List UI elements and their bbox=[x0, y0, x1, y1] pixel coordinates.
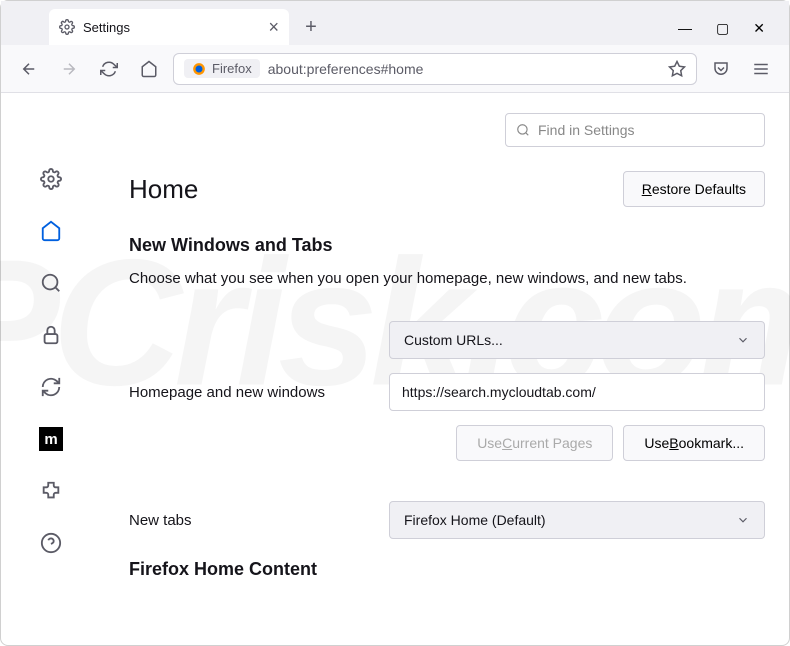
chevron-down-icon bbox=[736, 513, 750, 527]
sidebar-general-icon[interactable] bbox=[39, 167, 63, 191]
window-controls: — ▢ ✕ bbox=[678, 20, 781, 45]
tab-bar: Settings × + — ▢ ✕ bbox=[1, 1, 789, 45]
tab-title: Settings bbox=[83, 20, 130, 35]
gear-icon bbox=[59, 19, 75, 35]
section-description: Choose what you see when you open your h… bbox=[129, 270, 765, 287]
use-bookmark-button[interactable]: Use Bookmark... bbox=[623, 425, 765, 461]
toolbar: Firefox about:preferences#home bbox=[1, 45, 789, 93]
forward-button[interactable] bbox=[53, 53, 85, 85]
homepage-mode-select[interactable]: Custom URLs... bbox=[389, 321, 765, 359]
pocket-button[interactable] bbox=[705, 53, 737, 85]
sidebar-home-icon[interactable] bbox=[39, 219, 63, 243]
new-tab-button[interactable]: + bbox=[297, 13, 325, 41]
sidebar-sync-icon[interactable] bbox=[39, 375, 63, 399]
url-text: about:preferences#home bbox=[268, 61, 424, 77]
origin-badge: Firefox bbox=[184, 59, 260, 78]
sidebar-help-icon[interactable] bbox=[39, 531, 63, 555]
sidebar-privacy-icon[interactable] bbox=[39, 323, 63, 347]
close-tab-icon[interactable]: × bbox=[268, 17, 279, 38]
section-new-windows-title: New Windows and Tabs bbox=[129, 235, 765, 256]
browser-tab[interactable]: Settings × bbox=[49, 9, 289, 45]
home-button[interactable] bbox=[133, 53, 165, 85]
section-firefox-home-content-title: Firefox Home Content bbox=[129, 559, 765, 580]
homepage-url-input[interactable] bbox=[389, 373, 765, 411]
search-icon bbox=[516, 123, 530, 137]
restore-defaults-button[interactable]: Restore Defaults bbox=[623, 171, 765, 207]
chevron-down-icon bbox=[736, 333, 750, 347]
sidebar-extensions-icon[interactable] bbox=[39, 479, 63, 503]
bookmark-star-icon[interactable] bbox=[668, 60, 686, 78]
homepage-mode-value: Custom URLs... bbox=[404, 332, 503, 348]
homepage-label: Homepage and new windows bbox=[129, 384, 389, 401]
search-placeholder: Find in Settings bbox=[538, 122, 635, 138]
newtabs-value: Firefox Home (Default) bbox=[404, 512, 546, 528]
back-button[interactable] bbox=[13, 53, 45, 85]
newtabs-select[interactable]: Firefox Home (Default) bbox=[389, 501, 765, 539]
sidebar-mozilla-icon[interactable]: m bbox=[39, 427, 63, 451]
menu-button[interactable] bbox=[745, 53, 777, 85]
url-bar[interactable]: Firefox about:preferences#home bbox=[173, 53, 697, 85]
use-current-pages-button[interactable]: Use Current Pages bbox=[456, 425, 613, 461]
close-window-button[interactable]: ✕ bbox=[753, 20, 765, 37]
maximize-button[interactable]: ▢ bbox=[716, 20, 729, 37]
sidebar-search-icon[interactable] bbox=[39, 271, 63, 295]
page-title: Home bbox=[129, 174, 198, 205]
origin-label: Firefox bbox=[212, 61, 252, 76]
main-panel: Find in Settings Home Restore Defaults N… bbox=[101, 93, 789, 645]
reload-button[interactable] bbox=[93, 53, 125, 85]
minimize-button[interactable]: — bbox=[678, 20, 692, 37]
find-in-settings-input[interactable]: Find in Settings bbox=[505, 113, 765, 147]
firefox-logo-icon bbox=[192, 62, 206, 76]
newtabs-label: New tabs bbox=[129, 512, 389, 529]
settings-sidebar: m bbox=[1, 93, 101, 645]
